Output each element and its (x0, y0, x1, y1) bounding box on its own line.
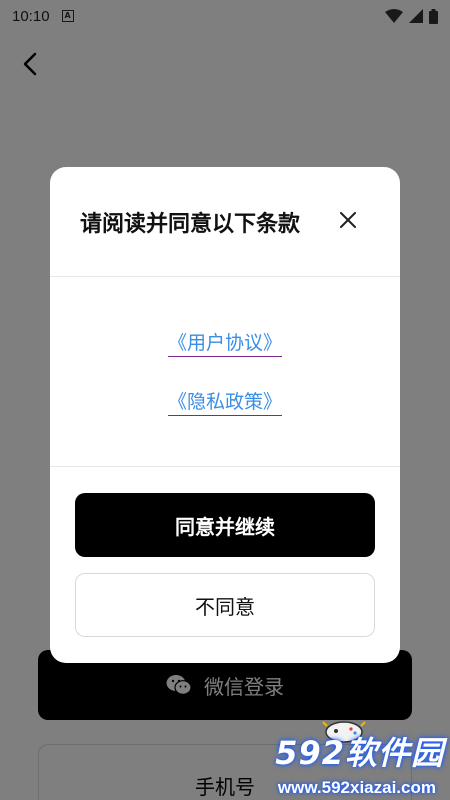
watermark: 592软件园 www.592xiazai.com (220, 720, 450, 800)
watermark-title: 592软件园 (275, 734, 444, 772)
user-agreement-link[interactable]: 《用户协议》 (167, 328, 282, 357)
dialog-header: 请阅读并同意以下条款 (50, 167, 400, 277)
dialog-actions: 同意并继续 不同意 (50, 467, 400, 637)
disagree-button[interactable]: 不同意 (75, 573, 375, 637)
agree-button[interactable]: 同意并继续 (75, 493, 375, 557)
privacy-policy-link[interactable]: 《隐私政策》 (167, 387, 282, 416)
close-icon (340, 212, 356, 228)
terms-dialog: 请阅读并同意以下条款 《用户协议》 《隐私政策》 同意并继续 不同意 (50, 167, 400, 663)
close-button[interactable] (336, 208, 360, 232)
dialog-links: 《用户协议》 《隐私政策》 (50, 277, 400, 467)
watermark-url: www.592xiazai.com (277, 778, 436, 797)
dialog-title: 请阅读并同意以下条款 (80, 211, 301, 237)
